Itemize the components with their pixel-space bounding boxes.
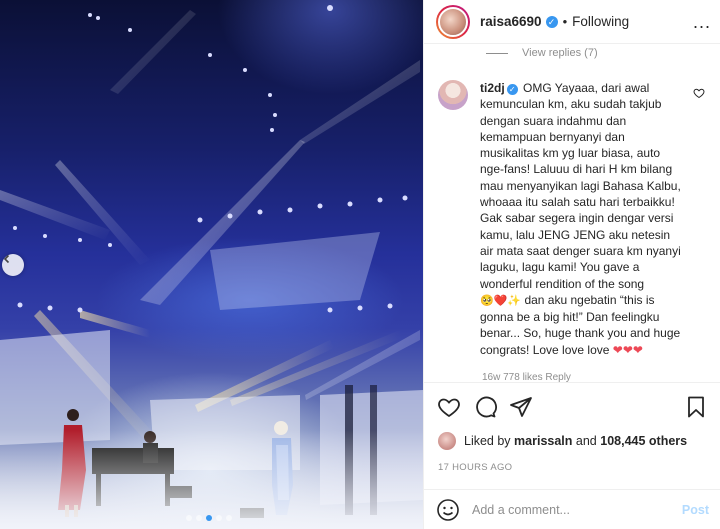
carousel-dot bbox=[226, 515, 232, 521]
chevron-left-icon bbox=[3, 254, 10, 264]
verified-badge-icon: ✓ bbox=[506, 84, 518, 95]
liker-avatar[interactable] bbox=[438, 432, 456, 450]
comment-emojis: 🥺❤️✨ bbox=[480, 294, 522, 307]
comments-list[interactable]: View replies (7) ti2dj ✓ OMG Yayaaa, dari… bbox=[424, 44, 720, 382]
likes-summary: Liked by marissaln and 108,445 others bbox=[438, 432, 687, 450]
commenter-username[interactable]: ti2dj bbox=[480, 81, 505, 95]
comment-text: OMG Yayaaa, dari awal kemunculan km, aku… bbox=[480, 81, 681, 291]
carousel-dot bbox=[196, 515, 202, 521]
save-button[interactable] bbox=[683, 394, 709, 420]
comment-body: ti2dj ✓ OMG Yayaaa, dari awal kemunculan … bbox=[480, 80, 685, 358]
emoji-smiley-icon[interactable] bbox=[436, 498, 460, 522]
heart-outline-icon bbox=[693, 88, 705, 99]
comment-input[interactable] bbox=[472, 502, 672, 517]
bookmark-icon bbox=[688, 396, 704, 417]
carousel-dot bbox=[206, 515, 212, 521]
carousel-dot bbox=[186, 515, 192, 521]
post-photo[interactable] bbox=[0, 0, 423, 529]
share-button[interactable] bbox=[508, 394, 534, 420]
heart-outline-icon bbox=[438, 398, 460, 417]
comment-bubble-icon bbox=[476, 396, 497, 417]
likes-count-link[interactable]: 108,445 others bbox=[600, 434, 687, 448]
view-replies-link[interactable]: View replies (7) bbox=[486, 47, 598, 59]
add-comment-bar: Post bbox=[424, 489, 720, 529]
likes-prefix: Liked by bbox=[464, 434, 511, 448]
author-avatar[interactable] bbox=[436, 4, 470, 39]
post-comment-button[interactable]: Post bbox=[682, 503, 709, 517]
post-header: raisa6690 ✓ • Following ... bbox=[424, 0, 720, 44]
likes-connector: and bbox=[575, 434, 597, 448]
view-replies-label: View replies (7) bbox=[522, 47, 598, 59]
carousel-previous-button[interactable] bbox=[2, 254, 24, 276]
verified-badge-icon: ✓ bbox=[545, 15, 558, 28]
post-timestamp[interactable]: 17 HOURS AGO bbox=[438, 462, 512, 473]
comment-item: ti2dj ✓ OMG Yayaaa, dari awal kemunculan … bbox=[438, 80, 708, 358]
carousel-indicator bbox=[186, 515, 232, 521]
paper-plane-icon bbox=[510, 396, 532, 417]
post-actions bbox=[424, 382, 720, 430]
carousel-dot bbox=[216, 515, 222, 521]
comment-hearts: ❤❤❤ bbox=[612, 342, 643, 357]
post-details-panel: raisa6690 ✓ • Following ... View replies… bbox=[423, 0, 720, 529]
comment-button[interactable] bbox=[472, 394, 498, 420]
comment-like-button[interactable] bbox=[693, 86, 705, 358]
liker-username[interactable]: marissaln bbox=[514, 434, 572, 448]
header-separator: • bbox=[562, 14, 568, 29]
comment-meta: 16w 778 likes Reply bbox=[482, 372, 571, 382]
commenter-avatar[interactable] bbox=[438, 80, 468, 110]
author-username[interactable]: raisa6690 bbox=[480, 14, 542, 29]
following-button[interactable]: Following bbox=[572, 14, 629, 29]
more-options-icon[interactable]: ... bbox=[693, 13, 711, 31]
like-button[interactable] bbox=[436, 394, 462, 420]
concert-stage-image bbox=[0, 5, 423, 529]
